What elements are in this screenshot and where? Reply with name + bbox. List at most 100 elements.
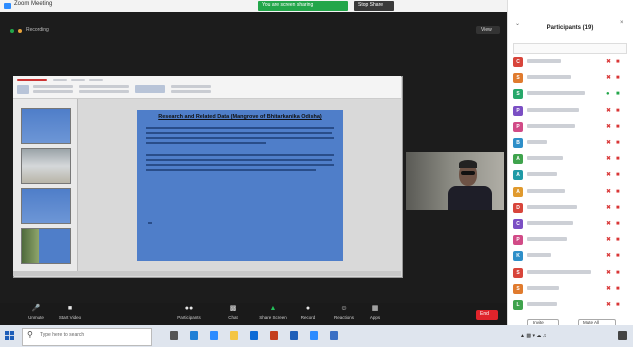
microphone-icon[interactable]: ● [606,90,610,98]
participant-avatar: P [513,235,523,246]
chat-button[interactable]: ▩ Chat [222,305,244,320]
app-taskbar-icon[interactable] [330,331,338,340]
muted-microphone-icon[interactable]: ✖ [606,171,611,179]
muted-microphone-icon[interactable]: ✖ [606,236,611,244]
participant-row[interactable]: A ✖ ■ [510,186,628,198]
record-button[interactable]: ● Record [294,305,322,320]
slide-thumbnail[interactable] [21,108,71,144]
participant-row[interactable]: C ✖ ■ [510,218,628,230]
camera-off-icon[interactable]: ■ [616,269,620,277]
participant-avatar: D [513,202,523,213]
camera-off-icon[interactable]: ■ [616,74,620,82]
camera-off-icon[interactable]: ■ [616,123,620,131]
windows-start-icon[interactable] [5,331,14,340]
camera-off-icon[interactable]: ■ [616,58,620,66]
camera-off-icon[interactable]: ■ [616,204,620,212]
muted-microphone-icon[interactable]: ✖ [606,139,611,147]
participant-row[interactable]: A ✖ ■ [510,153,628,165]
participant-avatar: P [513,121,523,132]
participant-name [527,91,585,96]
participant-name [527,237,567,242]
end-meeting-label[interactable]: End [480,311,489,317]
stop-share-label[interactable]: Stop Share [358,2,383,8]
muted-microphone-icon[interactable]: ✖ [606,58,611,66]
share-screen-icon: ▲ [269,305,277,312]
muted-microphone-icon[interactable]: ✖ [606,188,611,196]
camera-off-icon[interactable]: ■ [616,188,620,196]
participant-row[interactable]: P ✖ ■ [510,234,628,246]
participant-row[interactable]: S ✖ ■ [510,72,628,84]
meeting-taskbar-icon[interactable] [310,331,318,340]
taskbar-search-placeholder[interactable]: Type here to search [40,332,84,338]
participant-avatar: A [513,170,523,181]
view-button-label[interactable]: View [481,27,492,33]
camera-off-icon[interactable]: ■ [616,107,620,115]
participant-row[interactable]: L ✖ ■ [510,299,628,311]
muted-microphone-icon[interactable]: ✖ [606,269,611,277]
participant-row[interactable]: P ✖ ■ [510,105,628,117]
muted-microphone-icon[interactable]: ✖ [606,155,611,163]
video-person-body [448,186,492,210]
participant-row[interactable]: P ✖ ■ [510,121,628,133]
participant-name [527,221,573,225]
encryption-shield-icon[interactable] [10,29,14,33]
store-icon[interactable] [250,331,258,340]
camera-off-icon[interactable]: ■ [616,301,620,309]
share-screen-button[interactable]: ▲ Share Screen [255,305,291,320]
mail-icon[interactable] [290,331,298,340]
camera-off-icon[interactable]: ■ [616,171,620,179]
muted-microphone-icon[interactable]: ✖ [606,301,611,309]
muted-microphone-icon[interactable]: ✖ [606,74,611,82]
participant-avatar: L [513,300,523,310]
reactions-button[interactable]: ☺ Reactions [330,305,358,320]
participant-name [527,302,557,306]
participants-icon: ●● [184,305,194,312]
slide-thumbnail[interactable] [21,188,71,224]
slide-thumbnail[interactable] [21,228,71,264]
muted-microphone-icon[interactable]: ✖ [606,252,611,260]
unmute-button[interactable]: 🎤 Unmute [22,305,50,320]
muted-microphone-icon[interactable]: ✖ [606,107,611,115]
participant-name [527,204,577,209]
participant-avatar: S [513,89,523,100]
muted-microphone-icon[interactable]: ✖ [606,220,611,228]
camera-off-icon[interactable]: ■ [616,139,620,147]
participant-row[interactable]: A ✖ ■ [510,169,628,181]
participant-row[interactable]: S ✖ ■ [510,283,628,295]
camera-off-icon[interactable]: ■ [616,285,620,293]
system-tray[interactable]: ▲ ▩ ▾ ☁ ♫ [520,333,547,339]
participant-avatar: K [513,251,523,262]
camera-off-icon[interactable]: ■ [616,155,620,163]
participant-name [527,107,579,112]
participant-avatar: C [513,57,523,67]
close-icon[interactable]: × [620,20,624,26]
muted-microphone-icon[interactable]: ✖ [606,285,611,293]
participant-row[interactable]: C ✖ ■ [510,56,628,68]
participant-row[interactable]: S ● ■ [510,88,628,100]
participant-avatar: B [513,138,523,148]
chat-icon: ▩ [229,305,237,312]
search-icon: ⚲ [27,330,33,339]
powerpoint-taskbar-icon[interactable] [270,331,278,340]
participant-row[interactable]: K ✖ ■ [510,250,628,262]
start-video-button[interactable]: ■ Start Video [54,305,86,320]
zoom-taskbar-icon[interactable] [210,331,218,340]
task-view-icon[interactable] [170,331,178,340]
participant-row[interactable]: D ✖ ■ [510,202,628,214]
apps-button[interactable]: ▦ Apps [364,305,386,320]
participants-button[interactable]: ●● Participants [172,305,206,320]
muted-microphone-icon[interactable]: ✖ [606,123,611,131]
file-explorer-icon[interactable] [230,331,238,340]
muted-microphone-icon[interactable]: ✖ [606,204,611,212]
camera-off-icon[interactable]: ■ [616,252,620,260]
participant-row[interactable]: B ✖ ■ [510,137,628,149]
edge-browser-icon[interactable] [190,331,198,340]
notifications-icon[interactable] [618,331,627,340]
camera-icon[interactable]: ■ [616,90,620,98]
participant-search-input[interactable] [513,43,627,54]
camera-off-icon[interactable]: ■ [616,236,620,244]
participant-row[interactable]: S ✖ ■ [510,267,628,279]
slide-thumbnail[interactable] [21,148,71,184]
camera-off-icon[interactable]: ■ [616,220,620,228]
participant-name [527,253,551,258]
